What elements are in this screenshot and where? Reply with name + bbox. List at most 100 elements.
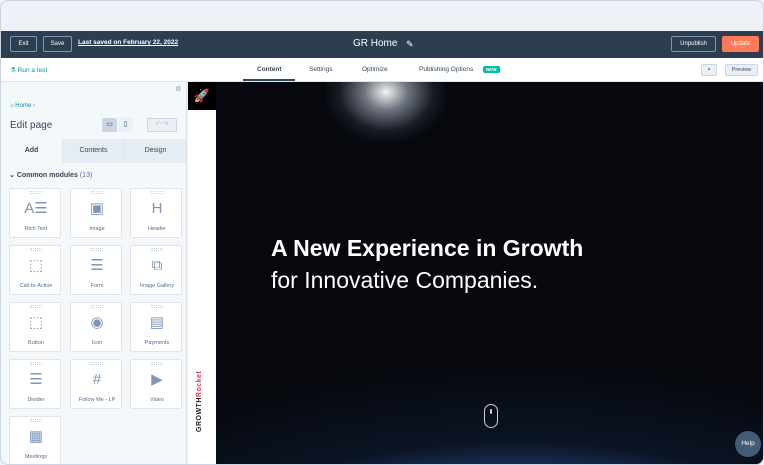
panel-tab-design[interactable]: Design (125, 139, 187, 163)
module-button[interactable]: ⬚ Button (9, 302, 61, 352)
cta-icon: ⬚ (28, 257, 44, 274)
mobile-view-button[interactable]: ▯ (118, 118, 133, 132)
follow-me-icon: # (92, 371, 102, 388)
last-saved-link[interactable]: Last saved on February 22, 2022 (78, 39, 178, 46)
redo-icon[interactable]: ↷ (163, 121, 169, 128)
drag-handle (151, 362, 163, 365)
active-tab-indicator (243, 79, 295, 81)
breadcrumb-home: Home (15, 103, 32, 109)
chat-icon: ▪ (707, 67, 711, 73)
drag-handle (91, 248, 103, 251)
unpublish-button[interactable]: Unpublish (671, 36, 716, 52)
button-icon: ⬚ (28, 314, 44, 331)
panel-title: Edit page (10, 120, 53, 131)
module-label: Form (90, 283, 104, 289)
module-divider[interactable]: ☰ Divider (9, 359, 61, 409)
run-test-label: Run a test (17, 67, 48, 74)
video-icon: ▶ (151, 371, 163, 388)
site-side-strip: 🚀 GROWTHRocket (188, 82, 216, 464)
module-label: Follow Me - LP (78, 397, 116, 403)
module-form[interactable]: ☰ Form (70, 245, 122, 295)
app-frame: Exit Save Last saved on February 22, 202… (0, 0, 764, 465)
module-video[interactable]: ▶ Video (130, 359, 182, 409)
module-label: Icon (91, 340, 103, 346)
image-icon: ▣ (89, 200, 105, 217)
rocket-icon[interactable]: 🚀 (188, 82, 216, 110)
module-label: Image Gallery (139, 283, 175, 289)
payments-icon: ▤ (149, 314, 165, 331)
update-button[interactable]: Update (722, 36, 759, 52)
common-modules-header[interactable]: ⌄ Common modules (13) (9, 171, 92, 179)
panel-tabs: Add Contents Design (1, 139, 187, 163)
tab-settings[interactable]: Settings (309, 66, 333, 73)
mobile-icon: ▯ (123, 121, 128, 128)
module-call-to-action[interactable]: ⬚ Call-to-Action (9, 245, 61, 295)
page-preview[interactable]: 🚀 GROWTHRocket A New Experience in Growt… (188, 82, 763, 464)
comments-button[interactable]: ▪ (701, 64, 717, 76)
tab-content[interactable]: Content (257, 66, 282, 73)
module-label: Rich Text (24, 226, 48, 232)
module-label: Button (28, 340, 44, 346)
module-label: Video (150, 397, 164, 403)
module-label: Header (147, 226, 167, 232)
editor-subbar: ⚗ Run a test Content Settings Optimize P… (1, 58, 763, 82)
preview-button[interactable]: Preview (725, 64, 758, 76)
module-meetings[interactable]: ▦ Meetings (9, 416, 61, 464)
left-panel: ⚙ ⌂ Home › Edit page ▭ ▯ ↶ ↷ Add Content… (1, 82, 187, 464)
help-button[interactable]: Help (735, 431, 761, 457)
sun-glow (326, 82, 446, 142)
drag-handle (151, 305, 163, 308)
rich-text-icon: A☰ (24, 200, 48, 217)
hero-headline: A New Experience in Growth (271, 235, 584, 261)
tab-optimize[interactable]: Optimize (362, 66, 388, 73)
hero-section[interactable]: A New Experience in Growth for Innovativ… (216, 82, 763, 464)
scroll-mouse-icon (484, 404, 498, 428)
drag-handle (30, 305, 42, 308)
module-header[interactable]: H Header (130, 188, 182, 238)
desktop-view-button[interactable]: ▭ (102, 118, 117, 132)
save-button[interactable]: Save (43, 36, 72, 52)
module-label: Call-to-Action (19, 283, 53, 289)
module-image-gallery[interactable]: ⧉ Image Gallery (130, 245, 182, 295)
chevron-down-icon: ⌄ (9, 172, 15, 179)
panel-tab-add[interactable]: Add (1, 139, 63, 163)
header-icon: H (151, 200, 163, 217)
desktop-icon: ▭ (106, 121, 113, 128)
drag-handle (30, 419, 42, 422)
section-count: (13) (79, 172, 93, 179)
module-icon[interactable]: ◉ Icon (70, 302, 122, 352)
undo-redo-group[interactable]: ↶ ↷ (147, 118, 177, 132)
divider-icon: ☰ (29, 371, 43, 388)
tab-publishing-options[interactable]: Publishing Options (419, 66, 473, 73)
flask-icon: ⚗ (10, 67, 16, 74)
drag-handle (91, 362, 103, 365)
collapse-panel-icon[interactable]: ⚙ (175, 85, 181, 93)
module-label: Divider (27, 397, 45, 403)
editor-topbar: Exit Save Last saved on February 22, 202… (1, 31, 763, 58)
drag-handle (30, 248, 42, 251)
new-badge: NEW (483, 66, 500, 73)
breadcrumb[interactable]: ⌂ Home › (10, 103, 35, 109)
module-payments[interactable]: ▤ Payments (130, 302, 182, 352)
drag-handle (151, 248, 163, 251)
edit-title-pencil-icon[interactable]: ✎ (406, 39, 414, 50)
run-test-link[interactable]: ⚗ Run a test (10, 66, 47, 74)
module-image[interactable]: ▣ Image (70, 188, 122, 238)
drag-handle (91, 191, 103, 194)
module-rich-text[interactable]: A☰ Rich Text (9, 188, 61, 238)
page-title: GR Home (353, 38, 398, 49)
drag-handle (30, 191, 42, 194)
section-title: Common modules (16, 172, 78, 179)
module-label: Image (89, 226, 105, 232)
drag-handle (30, 362, 42, 365)
undo-icon[interactable]: ↶ (155, 121, 161, 128)
drag-handle (91, 305, 103, 308)
meetings-icon: ▦ (28, 428, 44, 445)
panel-tab-contents[interactable]: Contents (63, 139, 125, 163)
icon-module-icon: ◉ (90, 314, 104, 331)
exit-button[interactable]: Exit (10, 36, 37, 52)
growth-rocket-logo: GROWTHRocket (196, 370, 203, 432)
module-follow-me-lp[interactable]: # Follow Me - LP (70, 359, 122, 409)
hero-subline: for Innovative Companies. (271, 267, 539, 293)
drag-handle (151, 191, 163, 194)
